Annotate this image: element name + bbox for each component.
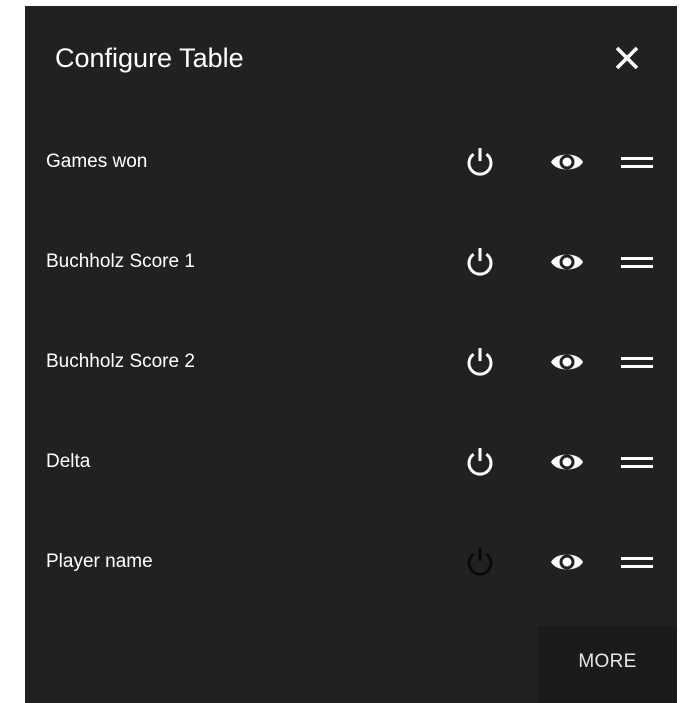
toggle-column-button-disabled[interactable] bbox=[462, 544, 498, 580]
visibility-button[interactable] bbox=[549, 244, 585, 280]
reorder-handle[interactable] bbox=[619, 444, 655, 480]
toggle-column-button[interactable] bbox=[462, 144, 498, 180]
toggle-column-button[interactable] bbox=[462, 244, 498, 280]
dialog-title: Configure Table bbox=[55, 43, 244, 73]
column-row-buchholz-score-1: Buchholz Score 1 bbox=[25, 212, 677, 312]
close-button[interactable] bbox=[609, 40, 645, 76]
configure-table-dialog: Configure Table Games won Buchholz Score… bbox=[25, 6, 677, 703]
eye-icon bbox=[551, 454, 583, 470]
drag-handle-icon bbox=[621, 557, 653, 568]
reorder-handle[interactable] bbox=[619, 144, 655, 180]
column-label: Buchholz Score 1 bbox=[46, 251, 195, 272]
toggle-column-button[interactable] bbox=[462, 444, 498, 480]
visibility-button[interactable] bbox=[549, 344, 585, 380]
power-icon bbox=[467, 348, 493, 376]
reorder-handle[interactable] bbox=[619, 544, 655, 580]
visibility-button[interactable] bbox=[549, 444, 585, 480]
column-label: Delta bbox=[46, 451, 91, 472]
drag-handle-icon bbox=[621, 357, 653, 368]
power-icon bbox=[467, 148, 493, 176]
column-label: Buchholz Score 2 bbox=[46, 351, 195, 372]
dialog-header: Configure Table bbox=[25, 6, 677, 112]
power-icon bbox=[467, 548, 493, 576]
close-icon bbox=[615, 46, 639, 70]
column-row-buchholz-score-2: Buchholz Score 2 bbox=[25, 312, 677, 412]
column-row-player-name: Player name bbox=[25, 512, 677, 612]
reorder-handle[interactable] bbox=[619, 244, 655, 280]
reorder-handle[interactable] bbox=[619, 344, 655, 380]
power-icon bbox=[467, 448, 493, 476]
more-button[interactable]: MORE bbox=[538, 626, 677, 703]
drag-handle-icon bbox=[621, 257, 653, 268]
visibility-button[interactable] bbox=[549, 144, 585, 180]
drag-handle-icon bbox=[621, 157, 653, 168]
visibility-button[interactable] bbox=[549, 544, 585, 580]
eye-icon bbox=[551, 354, 583, 370]
column-row-games-won: Games won bbox=[25, 112, 677, 212]
column-row-delta: Delta bbox=[25, 412, 677, 512]
column-label: Games won bbox=[46, 151, 148, 172]
eye-icon bbox=[551, 254, 583, 270]
drag-handle-icon bbox=[621, 457, 653, 468]
column-label: Player name bbox=[46, 551, 153, 572]
toggle-column-button[interactable] bbox=[462, 344, 498, 380]
eye-icon bbox=[551, 154, 583, 170]
power-icon bbox=[467, 248, 493, 276]
eye-icon bbox=[551, 554, 583, 570]
